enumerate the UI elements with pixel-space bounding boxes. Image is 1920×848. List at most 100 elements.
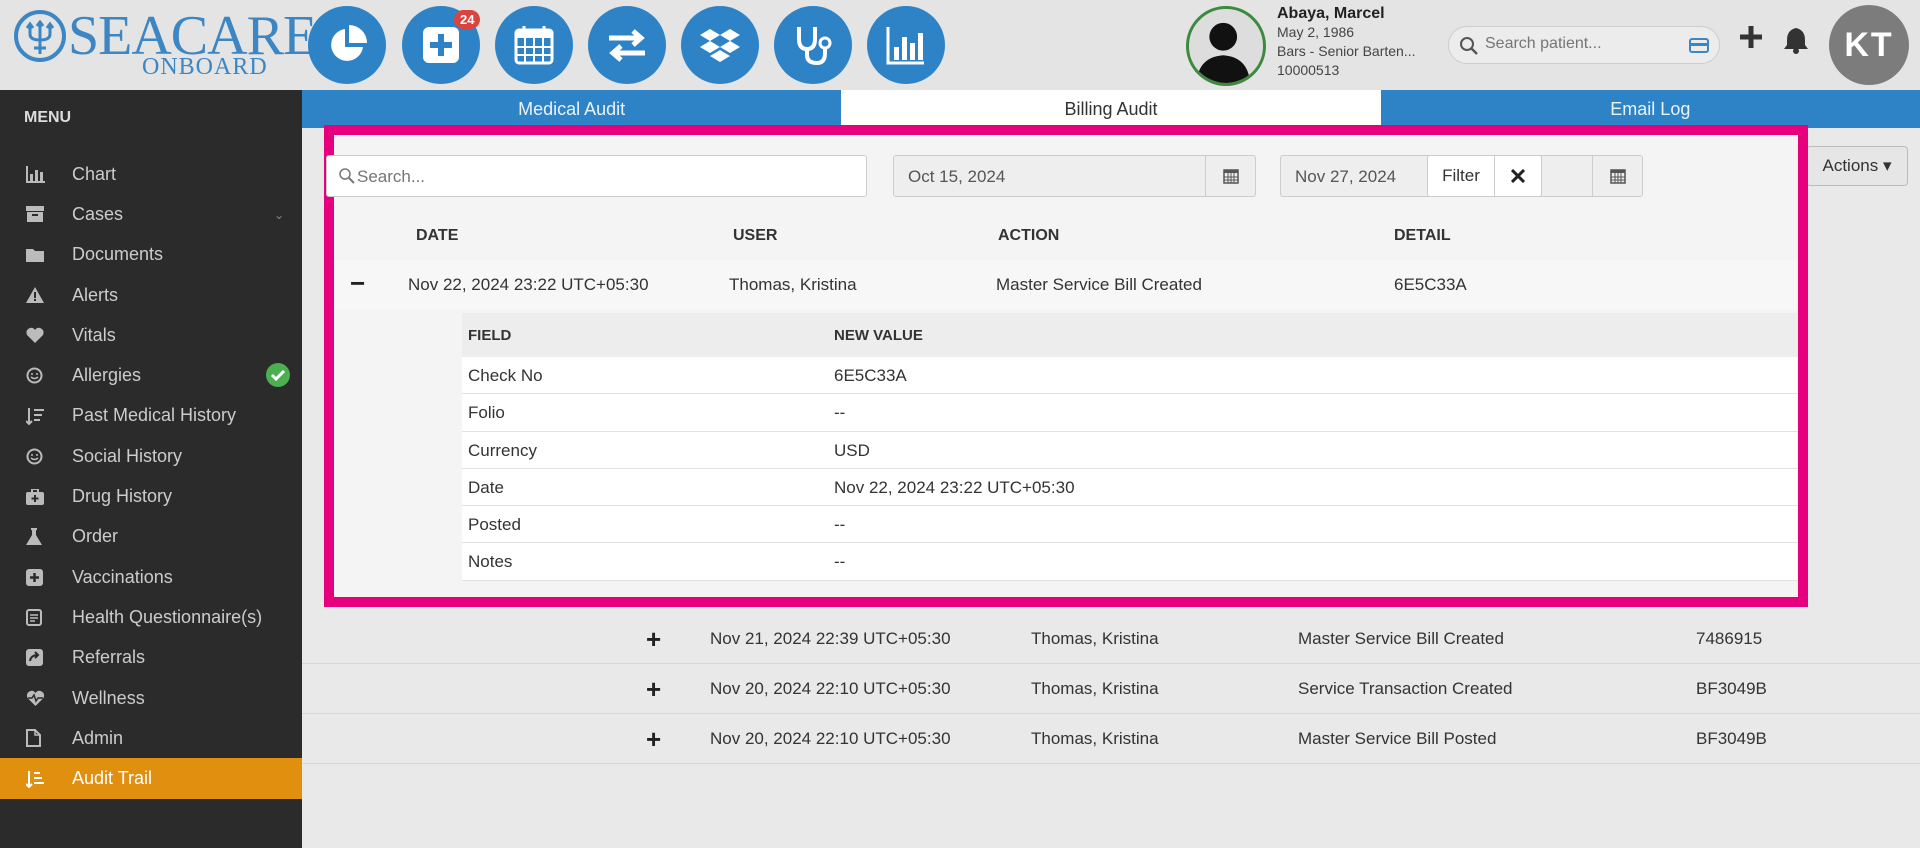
change-row: Check No 6E5C33A xyxy=(462,357,1798,395)
field-name: Notes xyxy=(468,552,513,572)
stethoscope-icon xyxy=(797,27,832,66)
expand-icon[interactable]: + xyxy=(646,674,661,705)
sidebar-item-label: Order xyxy=(72,526,119,547)
calendar-icon[interactable] xyxy=(1592,156,1642,196)
sidebar: MENU Chart Cases ⌄ Documents Alerts Vital… xyxy=(0,90,302,848)
column-field: FIELD xyxy=(468,327,512,344)
sidebar-item-health-questionnaires[interactable]: Health Questionnaire(s) xyxy=(0,597,302,637)
table-row[interactable]: + Nov 20, 2024 22:10 UTC+05:30 Thomas, K… xyxy=(302,714,1920,764)
field-value: USD xyxy=(834,440,870,460)
table-row-expanded[interactable]: − Nov 22, 2024 23:22 UTC+05:30 Thomas, K… xyxy=(334,260,1798,310)
sidebar-item-audit-trail[interactable]: Audit Trail xyxy=(0,758,302,799)
column-date[interactable]: DATE xyxy=(416,227,458,245)
transfer-button[interactable] xyxy=(588,6,666,84)
field-name: Posted xyxy=(468,515,521,535)
table-row[interactable]: + Nov 21, 2024 22:39 UTC+05:30 Thomas, K… xyxy=(302,614,1920,664)
row-user: Thomas, Kristina xyxy=(1031,679,1159,698)
flask-icon xyxy=(26,527,42,545)
sidebar-item-chart[interactable]: Chart xyxy=(0,154,302,194)
top-header: SEACARE ONBOARD 24 Abaya, Marcel May 2, … xyxy=(0,0,1920,90)
from-date-picker[interactable]: Oct 15, 2024 xyxy=(893,155,1256,197)
filter-button[interactable]: Filter xyxy=(1427,155,1495,197)
field-name: Currency xyxy=(468,440,537,460)
field-name: Check No xyxy=(468,366,543,385)
cases-badge: 24 xyxy=(454,10,481,29)
medical-cases-button[interactable]: 24 xyxy=(402,6,481,84)
dashboard-button[interactable] xyxy=(308,6,386,84)
audit-search-input[interactable] xyxy=(357,167,837,187)
patient-name: Abaya, Marcel xyxy=(1277,5,1385,22)
calendar-button[interactable] xyxy=(495,6,573,84)
row-date: Nov 22, 2024 23:22 UTC+05:30 xyxy=(408,275,649,294)
app-logo[interactable]: SEACARE ONBOARD xyxy=(14,6,317,80)
row-action: Master Service Bill Posted xyxy=(1298,729,1497,748)
field-value: -- xyxy=(834,515,846,535)
patient-search[interactable] xyxy=(1448,26,1720,64)
sidebar-item-cases[interactable]: Cases ⌄ xyxy=(0,194,302,234)
bell-icon[interactable] xyxy=(1783,26,1809,54)
patient-info[interactable]: Abaya, Marcel May 2, 1986 Bars - Senior … xyxy=(1277,4,1427,80)
sidebar-item-admin[interactable]: Admin xyxy=(0,718,302,758)
sidebar-item-past-medical-history[interactable]: Past Medical History xyxy=(0,396,302,436)
expand-icon[interactable]: + xyxy=(646,624,661,655)
sidebar-item-label: Health Questionnaire(s) xyxy=(72,606,263,627)
reports-button[interactable] xyxy=(867,6,945,84)
row-action: Master Service Bill Created xyxy=(996,275,1202,294)
sidebar-item-drug-history[interactable]: Drug History xyxy=(0,476,302,516)
sidebar-item-referrals[interactable]: Referrals xyxy=(0,638,302,678)
referral-icon xyxy=(26,649,43,667)
stethoscope-button[interactable] xyxy=(774,6,852,84)
sidebar-item-vitals[interactable]: Vitals xyxy=(0,315,302,355)
actions-dropdown[interactable]: Actions ▾ xyxy=(1806,146,1908,186)
column-action[interactable]: ACTION xyxy=(998,227,1059,245)
field-value: -- xyxy=(834,552,846,572)
sidebar-item-wellness[interactable]: Wellness xyxy=(0,678,302,718)
row-user: Thomas, Kristina xyxy=(729,275,857,294)
patient-id: 10000513 xyxy=(1277,62,1340,78)
collapse-icon[interactable]: − xyxy=(350,268,365,299)
field-value: -- xyxy=(834,403,846,423)
column-detail[interactable]: DETAIL xyxy=(1394,227,1451,245)
dropbox-button[interactable] xyxy=(681,6,759,84)
sidebar-item-vaccinations[interactable]: Vaccinations xyxy=(0,557,302,597)
sidebar-item-allergies[interactable]: Allergies xyxy=(0,355,302,395)
sidebar-item-label: Documents xyxy=(72,244,164,265)
patient-search-input[interactable] xyxy=(1485,35,1675,53)
calendar-icon[interactable] xyxy=(1205,156,1255,196)
sidebar-item-label: Wellness xyxy=(72,687,145,708)
patient-role: Bars - Senior Barten... xyxy=(1277,43,1416,59)
sidebar-item-order[interactable]: Order xyxy=(0,517,302,557)
sidebar-item-label: Alerts xyxy=(72,284,119,305)
sidebar-item-label: Drug History xyxy=(72,486,173,507)
sidebar-item-label: Allergies xyxy=(72,365,142,386)
field-name: Folio xyxy=(468,403,505,423)
smile-icon xyxy=(26,448,43,465)
tab-medical-audit[interactable]: Medical Audit xyxy=(302,90,841,128)
change-row: Posted -- xyxy=(462,506,1798,544)
change-details-header: FIELD NEW VALUE xyxy=(462,313,1798,357)
change-row: Currency USD xyxy=(462,431,1798,469)
sidebar-item-documents[interactable]: Documents xyxy=(0,235,302,275)
sidebar-item-label: Referrals xyxy=(72,647,146,668)
tab-email-log[interactable]: Email Log xyxy=(1381,90,1920,128)
sidebar-item-social-history[interactable]: Social History xyxy=(0,436,302,476)
sidebar-item-alerts[interactable]: Alerts xyxy=(0,275,302,315)
chevron-down-icon[interactable]: ⌄ xyxy=(274,208,284,222)
change-details-table: FIELD NEW VALUE Check No 6E5C33A Folio -… xyxy=(462,313,1798,581)
patient-avatar[interactable] xyxy=(1186,6,1266,86)
questionnaire-icon xyxy=(26,608,42,626)
card-icon[interactable] xyxy=(1689,38,1709,53)
row-detail: BF3049B xyxy=(1696,729,1767,748)
expand-icon[interactable]: + xyxy=(646,724,661,755)
table-row[interactable]: + Nov 20, 2024 22:10 UTC+05:30 Thomas, K… xyxy=(302,664,1920,714)
row-date: Nov 20, 2024 22:10 UTC+05:30 xyxy=(710,679,951,698)
tab-billing-audit[interactable]: Billing Audit xyxy=(841,90,1381,128)
clear-filter-button[interactable] xyxy=(1494,155,1542,197)
user-avatar[interactable]: KT xyxy=(1829,5,1909,85)
column-new-value: NEW VALUE xyxy=(834,327,923,344)
row-user: Thomas, Kristina xyxy=(1031,729,1159,748)
add-icon[interactable] xyxy=(1738,24,1764,50)
sidebar-item-label: Cases xyxy=(72,203,124,224)
column-user[interactable]: USER xyxy=(733,227,777,245)
audit-search[interactable] xyxy=(326,155,867,197)
